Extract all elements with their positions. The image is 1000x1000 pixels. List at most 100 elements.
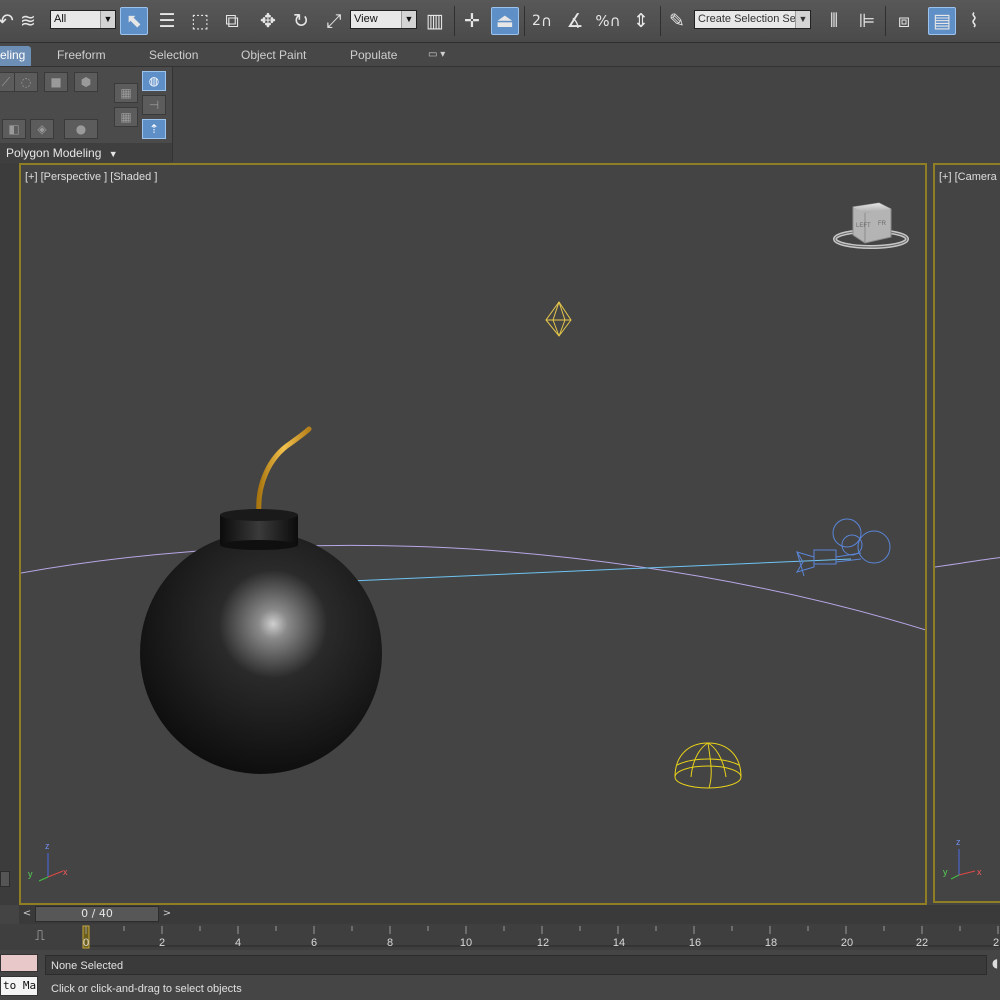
border-mode-icon[interactable]: ◌	[14, 72, 38, 92]
axis-tripod: z y x	[943, 837, 982, 880]
rotate-icon[interactable]: ↻	[287, 7, 315, 35]
track-bar[interactable]: ⎍ 0 2 4 6 8 10 12 14 16 18 20 22 2	[0, 924, 1000, 950]
edit-named-selection-icon[interactable]: ✎	[663, 7, 691, 35]
viewport-camera[interactable]: [+] [Camera z y x	[933, 163, 1000, 903]
tick-label: 14	[613, 937, 625, 949]
tick-label: 8	[387, 937, 393, 949]
snap-toggle-icon[interactable]: 2 ∩	[528, 7, 556, 35]
svg-text:y: y	[28, 869, 33, 879]
percent-snap-icon[interactable]: %∩	[594, 7, 622, 35]
spinner-snap-icon[interactable]: ⇕	[627, 7, 655, 35]
link-icon[interactable]: ≋	[14, 7, 42, 35]
skylight-dome-gizmo[interactable]	[674, 742, 742, 789]
select-object-icon[interactable]: ⬉	[120, 7, 148, 35]
move-icon[interactable]: ✥	[254, 7, 282, 35]
maxscript-mini-listener-top[interactable]	[0, 954, 38, 972]
show-end-result-icon[interactable]: ▦	[114, 83, 138, 103]
pin-stack-icon[interactable]: ⊣	[142, 95, 166, 115]
status-bar: to Ma None Selected ◖ Click or click-and…	[0, 950, 1000, 1000]
svg-text:z: z	[45, 841, 50, 851]
pivot-icon[interactable]: ▥	[421, 7, 449, 35]
tick-label: 0	[83, 937, 89, 949]
tab-object-paint[interactable]: Object Paint	[241, 46, 306, 66]
scale-icon[interactable]: ⤢	[320, 7, 348, 35]
time-slider-thumb[interactable]: 0 / 40	[35, 906, 159, 922]
camera-gizmo[interactable]	[795, 518, 891, 577]
collapse-stack-icon[interactable]: ◧	[2, 119, 26, 139]
camera-target-line	[326, 558, 852, 583]
tab-modeling[interactable]: eling	[0, 46, 32, 66]
prompt-text: Click or click-and-drag to select object…	[51, 983, 242, 995]
use-soft-selection-icon[interactable]: ◍	[142, 71, 166, 91]
chevron-down-icon: ▼	[108, 149, 118, 159]
tick-label: 18	[765, 937, 777, 949]
svg-text:x: x	[63, 867, 68, 877]
selection-status-text: None Selected	[51, 960, 124, 972]
scene-explorer-icon[interactable]: ▤	[928, 7, 956, 35]
previous-frame-icon[interactable]: <	[19, 907, 35, 921]
modify-mode-icon[interactable]: ◈	[30, 119, 54, 139]
reference-coordinate-dropdown[interactable]: View ▼	[350, 10, 417, 29]
bomb-object[interactable]	[140, 426, 382, 774]
svg-text:x: x	[977, 867, 982, 877]
rectangular-region-icon[interactable]: ⬚	[186, 7, 214, 35]
lock-selection-icon[interactable]: ◖	[992, 956, 1000, 972]
layer-explorer-icon[interactable]: ⧈	[890, 7, 918, 35]
chevron-down-icon: ▼	[100, 11, 115, 28]
panel-label-text: Polygon Modeling	[6, 146, 102, 160]
omni-light-gizmo[interactable]	[545, 301, 572, 337]
svg-text:LEFT: LEFT	[856, 223, 871, 229]
maxscript-mini-listener[interactable]: to Ma	[0, 976, 38, 996]
window-crossing-icon[interactable]: ⧉	[218, 7, 246, 35]
keyboard-shortcut-icon[interactable]: ⏏	[491, 7, 519, 35]
tick-label: 12	[537, 937, 549, 949]
ribbon-tabs: eling Freeform Selection Object Paint Po…	[0, 43, 1000, 67]
svg-text:z: z	[956, 837, 961, 847]
tick-label: 2	[159, 937, 165, 949]
viewport-perspective[interactable]: [+] [Perspective ] [Shaded ] LEFT FR z y…	[19, 163, 927, 905]
camera-viewport-scene: z y x	[935, 557, 1000, 880]
polygon-modeling-panel-label[interactable]: Polygon Modeling ▼	[0, 143, 172, 163]
chevron-down-icon: ▼	[795, 11, 810, 28]
align-icon[interactable]: ⊫	[853, 7, 881, 35]
time-slider[interactable]: < 0 / 40 >	[19, 905, 1000, 924]
move-up-icon[interactable]: ⇡	[142, 119, 166, 139]
named-selection-field[interactable]: Create Selection Se ▼	[694, 10, 811, 29]
ribbon-options-icon[interactable]: ▭ ▾	[428, 46, 445, 66]
selection-status: None Selected	[45, 955, 987, 975]
view-cube-icon[interactable]: LEFT FR	[833, 202, 909, 249]
selection-filter-dropdown[interactable]: All ▼	[50, 10, 116, 29]
prompt-line: Click or click-and-drag to select object…	[45, 979, 1000, 999]
snap-value: 2	[532, 13, 541, 29]
svg-text:FR: FR	[878, 221, 887, 227]
track-ruler: 0 2 4 6 8 10 12 14 16 18 20 22 2	[82, 925, 1000, 949]
tab-freeform[interactable]: Freeform	[57, 46, 106, 66]
next-frame-icon[interactable]: >	[159, 907, 175, 921]
svg-text:y: y	[943, 867, 948, 877]
select-manipulate-icon[interactable]: ✛	[458, 7, 486, 35]
reference-coordinate-value: View	[354, 13, 378, 25]
chevron-down-icon: ▼	[401, 11, 416, 28]
minor-ticks	[85, 926, 999, 934]
main-toolbar: ↶ ≋ All ▼ ⬉ ☰ ⬚ ⧉ ✥ ↻ ⤢ View ▼ ▥ ✛ ⏏ 2 ∩ …	[0, 0, 1000, 43]
select-by-name-icon[interactable]: ☰	[153, 7, 181, 35]
tab-selection[interactable]: Selection	[149, 46, 198, 66]
tab-populate[interactable]: Populate	[350, 46, 397, 66]
listener-text: to Ma	[3, 979, 37, 992]
mirror-icon[interactable]: ⫴	[820, 7, 848, 35]
toggle-modifier-icon[interactable]: ▦	[114, 107, 138, 127]
scroll-handle[interactable]	[0, 871, 10, 887]
polygon-mode-icon[interactable]: ■	[44, 72, 68, 92]
named-selection-placeholder: Create Selection Se	[698, 13, 796, 25]
angle-snap-icon[interactable]: ∡	[561, 7, 589, 35]
tick-label: 6	[311, 937, 317, 949]
viewport-scene: LEFT FR z y x	[21, 202, 925, 882]
tick-label: 2	[993, 937, 999, 949]
curve-editor-icon[interactable]: ⌇	[960, 7, 988, 35]
command-panel-edge	[0, 163, 19, 905]
tick-label: 10	[460, 937, 472, 949]
element-mode-icon[interactable]: ⬢	[74, 72, 98, 92]
tick-label: 20	[841, 937, 853, 949]
selection-filter-value: All	[54, 13, 67, 25]
preview-icon[interactable]: ●	[64, 119, 98, 139]
